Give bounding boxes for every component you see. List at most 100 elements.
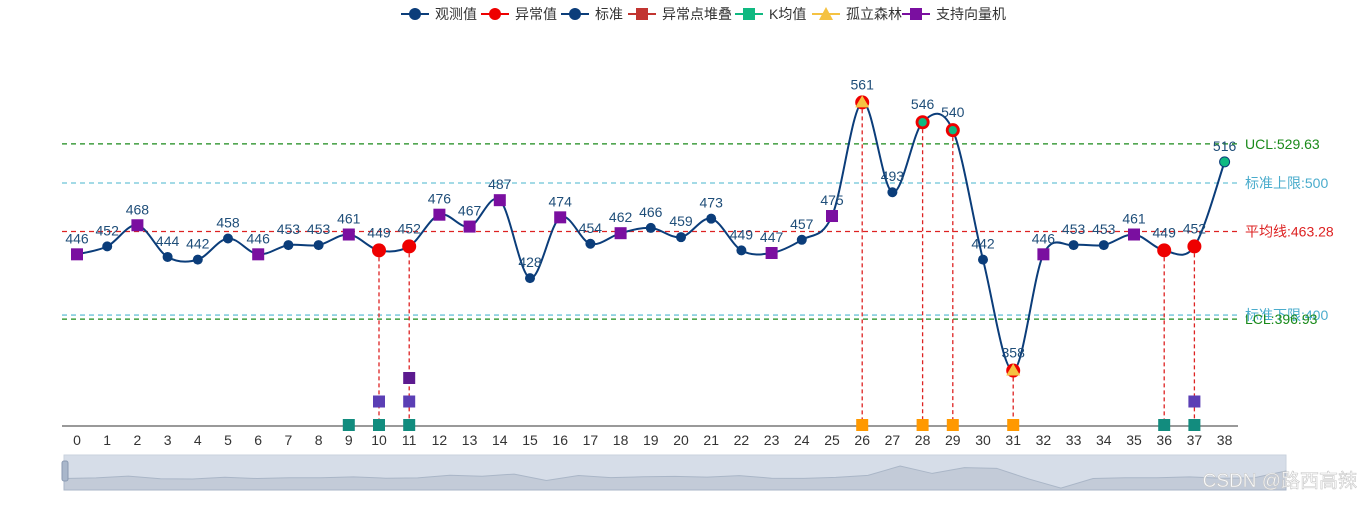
observed-point bbox=[645, 222, 656, 233]
x-tick-label: 12 bbox=[432, 432, 448, 448]
x-tick-label: 8 bbox=[315, 432, 323, 448]
x-tick-label: 28 bbox=[915, 432, 931, 448]
value-label: 459 bbox=[669, 213, 693, 229]
observed-point bbox=[1068, 240, 1079, 251]
value-label: 461 bbox=[1122, 211, 1146, 227]
method-marker bbox=[342, 419, 355, 431]
value-label: 452 bbox=[96, 222, 120, 238]
series-layer bbox=[71, 95, 1231, 378]
legend-label: K均值 bbox=[769, 6, 806, 22]
x-tick-label: 0 bbox=[73, 432, 81, 448]
x-tick-label: 30 bbox=[975, 432, 991, 448]
value-label: 561 bbox=[851, 76, 875, 92]
legend-item[interactable]: 观测值 bbox=[401, 6, 477, 22]
x-tick-label: 31 bbox=[1005, 432, 1021, 448]
x-tick-label: 21 bbox=[703, 432, 719, 448]
observed-point bbox=[887, 187, 898, 198]
value-label: 453 bbox=[1092, 221, 1116, 237]
x-tick-label: 37 bbox=[1187, 432, 1203, 448]
observed-point bbox=[313, 240, 324, 251]
value-label: 461 bbox=[337, 211, 361, 227]
value-label: 442 bbox=[971, 236, 995, 252]
x-tick-label: 13 bbox=[462, 432, 478, 448]
x-tick-label: 6 bbox=[254, 432, 262, 448]
method-marker bbox=[373, 419, 385, 431]
value-label: 449 bbox=[1153, 224, 1177, 240]
legend-item[interactable]: 支持向量机 bbox=[902, 6, 1006, 22]
legend-label: 支持向量机 bbox=[936, 6, 1006, 22]
observed-point bbox=[736, 245, 747, 256]
value-label: 452 bbox=[398, 220, 422, 236]
x-tick-label: 23 bbox=[764, 432, 780, 448]
value-label: 466 bbox=[639, 204, 663, 220]
x-tick-label: 24 bbox=[794, 432, 810, 448]
value-label: 467 bbox=[458, 203, 482, 219]
legend-item[interactable]: K均值 bbox=[735, 6, 806, 22]
chart-container: 观测值 异常值 标准 异常点堆叠 K均值 孤立森林 支持向量机 UCL:529.63 标准上限… bbox=[0, 0, 1363, 500]
value-label: 462 bbox=[609, 209, 633, 225]
legend-item[interactable]: 标准 bbox=[561, 6, 623, 22]
legend-item[interactable]: 异常值 bbox=[481, 6, 557, 22]
value-label: 516 bbox=[1213, 138, 1237, 154]
svm-point bbox=[71, 248, 83, 261]
value-label: 476 bbox=[428, 191, 452, 207]
value-label: 468 bbox=[126, 201, 150, 217]
value-label: 475 bbox=[820, 192, 844, 208]
x-tick-label: 32 bbox=[1036, 432, 1052, 448]
svm-point bbox=[342, 228, 355, 241]
observed-point bbox=[525, 273, 535, 284]
reference-line-label: 标准上限:500 bbox=[1245, 175, 1328, 191]
anomaly-point bbox=[372, 243, 386, 258]
observed-point bbox=[585, 238, 596, 249]
x-tick-label: 17 bbox=[583, 432, 599, 448]
value-label: 474 bbox=[549, 193, 573, 209]
zoom-handle-left[interactable] bbox=[61, 460, 69, 482]
method-marker bbox=[1188, 395, 1201, 408]
value-label: 546 bbox=[911, 96, 935, 112]
legend-circle-icon bbox=[569, 8, 581, 20]
x-tick-label: 1 bbox=[103, 432, 111, 448]
value-label: 446 bbox=[65, 230, 89, 246]
legend-circle-icon bbox=[489, 8, 501, 20]
value-label: 446 bbox=[247, 230, 271, 246]
svm-point bbox=[433, 208, 446, 221]
svm-point bbox=[554, 211, 567, 224]
x-tick-label: 18 bbox=[613, 432, 629, 448]
x-axis: 0 1 2 3 4 5 6 7 8 9 10 11 12 13 14 15 16 17 18 19 20 21 22 23 24… bbox=[62, 425, 1238, 448]
method-marker bbox=[403, 372, 416, 384]
value-label: 447 bbox=[760, 229, 784, 245]
method-marker bbox=[403, 395, 416, 408]
method-marker bbox=[373, 395, 385, 408]
observed-point bbox=[676, 232, 686, 243]
x-tick-label: 19 bbox=[643, 432, 659, 448]
legend-item[interactable]: 异常点堆叠 bbox=[628, 6, 732, 22]
x-tick-label: 25 bbox=[824, 432, 840, 448]
observed-point bbox=[706, 213, 717, 224]
x-tick-label: 14 bbox=[492, 432, 508, 448]
x-tick-label: 5 bbox=[224, 432, 232, 448]
svm-point bbox=[826, 210, 838, 223]
x-tick-label: 38 bbox=[1217, 432, 1233, 448]
value-label: 493 bbox=[881, 168, 905, 184]
value-labels: 446 452 468 444 442 458 446 453 453 461 449 452 476 4… bbox=[65, 76, 1236, 360]
value-label: 487 bbox=[488, 176, 512, 192]
value-label: 457 bbox=[790, 216, 814, 232]
data-zoom-slider[interactable] bbox=[61, 454, 1287, 491]
kmeans-point bbox=[1219, 156, 1231, 168]
legend-item[interactable]: 孤立森林 bbox=[812, 6, 902, 22]
legend: 观测值 异常值 标准 异常点堆叠 K均值 孤立森林 支持向量机 bbox=[401, 6, 1006, 22]
value-label: 458 bbox=[216, 214, 240, 230]
observed-point bbox=[796, 234, 807, 245]
x-tick-label: 15 bbox=[522, 432, 538, 448]
value-label: 453 bbox=[1062, 221, 1086, 237]
svm-point bbox=[1037, 248, 1050, 261]
observed-point bbox=[978, 254, 988, 265]
svm-point bbox=[463, 220, 476, 233]
svm-point bbox=[614, 227, 627, 240]
x-tick-label: 33 bbox=[1066, 432, 1082, 448]
x-tick-label: 36 bbox=[1156, 432, 1172, 448]
x-tick-label: 27 bbox=[885, 432, 901, 448]
x-tick-label: 3 bbox=[164, 432, 172, 448]
x-tick-label: 26 bbox=[854, 432, 870, 448]
legend-label: 观测值 bbox=[435, 6, 477, 22]
